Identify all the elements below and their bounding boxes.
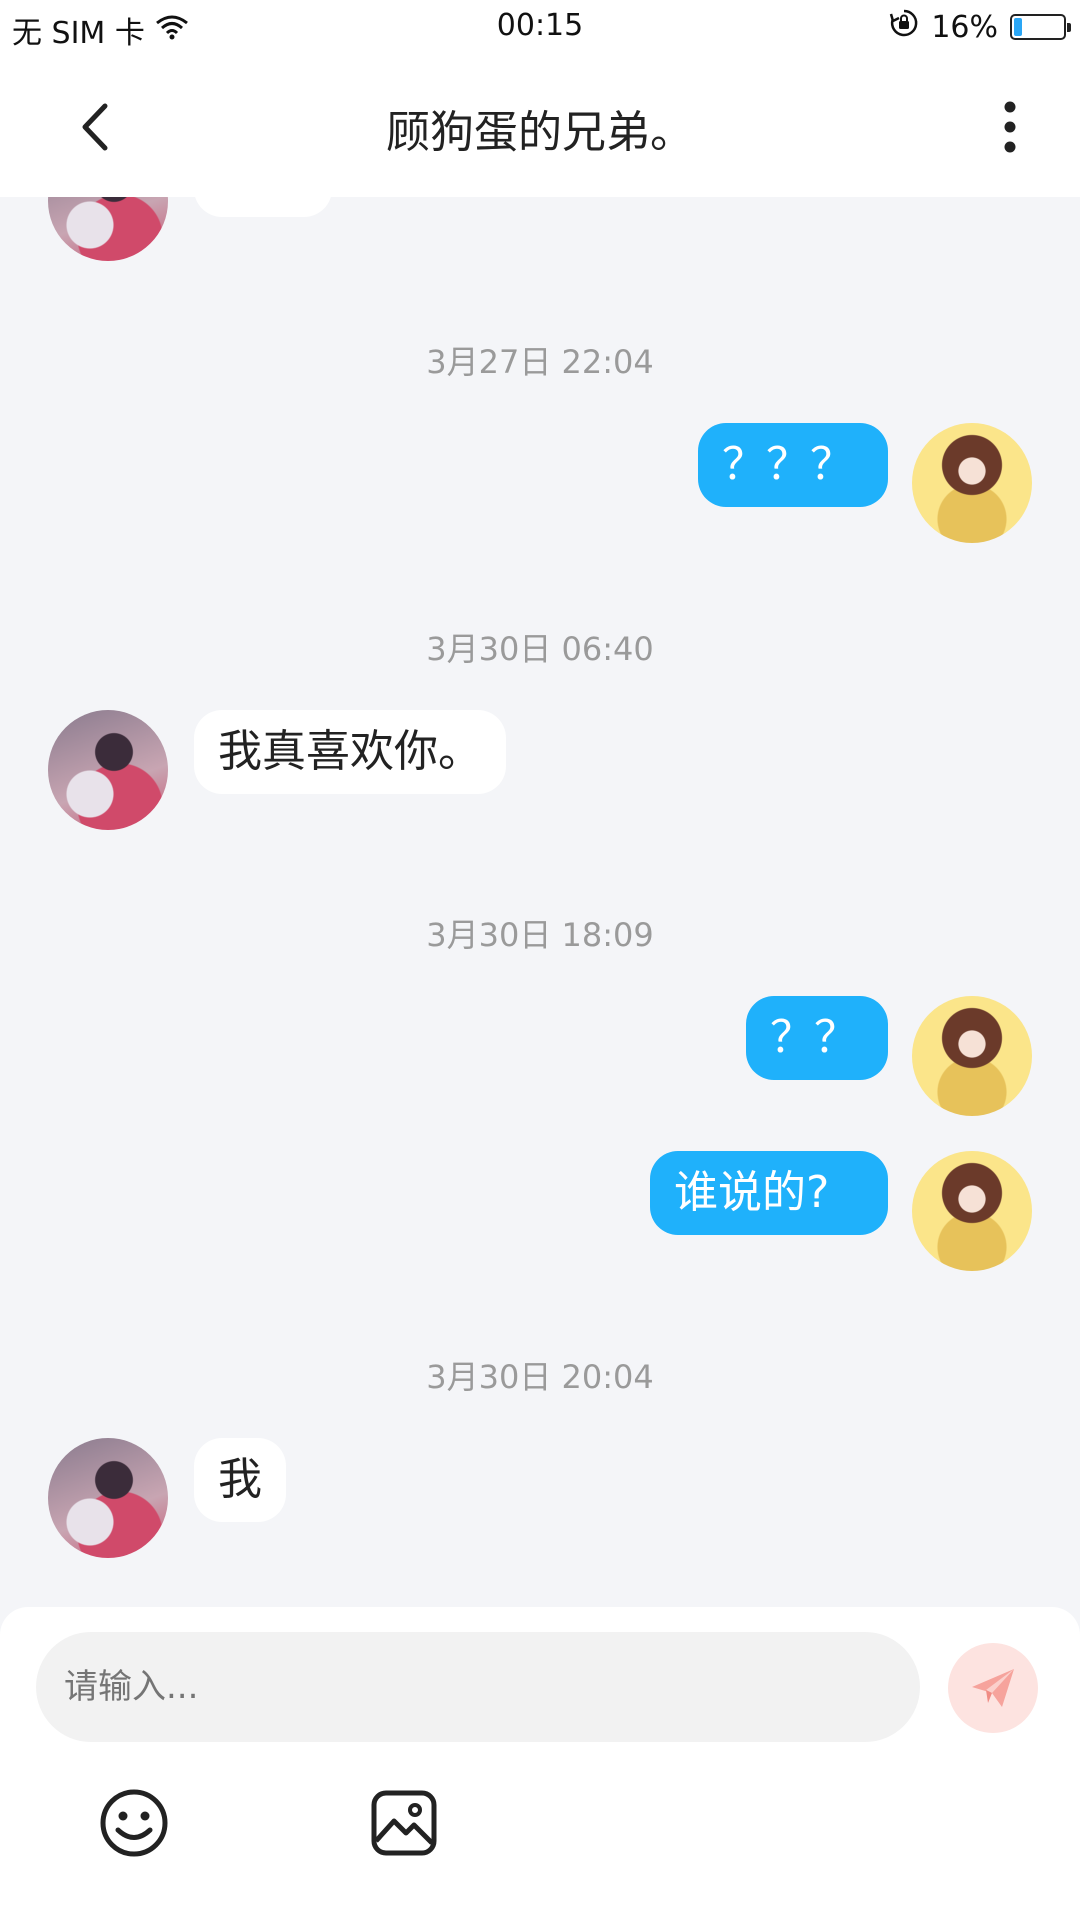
- message-bubble-sent[interactable]: ？？？: [698, 423, 888, 507]
- message-bubble-sent[interactable]: ？？: [746, 996, 888, 1080]
- image-button[interactable]: [368, 1787, 440, 1859]
- message-bubble-partial[interactable]: [194, 197, 332, 217]
- message-bubble-received[interactable]: 我真喜欢你。: [194, 710, 506, 794]
- message-list[interactable]: 3月27日 22:04 ？？？ 3月30日 06:40 我真喜欢你。 3月30日…: [0, 197, 1080, 1607]
- chat-header: 顾狗蛋的兄弟。: [0, 56, 1080, 197]
- avatar[interactable]: [48, 197, 168, 261]
- avatar[interactable]: [48, 710, 168, 830]
- battery-icon: [1010, 14, 1071, 40]
- avatar[interactable]: [912, 423, 1032, 543]
- send-button[interactable]: [948, 1643, 1038, 1733]
- input-panel: [0, 1607, 1080, 1920]
- page-title: 顾狗蛋的兄弟。: [386, 107, 694, 158]
- message-bubble-sent[interactable]: 谁说的?: [650, 1151, 888, 1235]
- avatar[interactable]: [48, 1438, 168, 1558]
- timestamp: 3月30日 06:40: [426, 630, 654, 668]
- timestamp: 3月30日 20:04: [426, 1358, 654, 1396]
- paper-plane-icon: [972, 1669, 1014, 1707]
- emoji-button[interactable]: [98, 1787, 170, 1859]
- status-bar: 无 SIM 卡 00:15 16%: [0, 0, 1080, 56]
- image-icon: [371, 1790, 437, 1856]
- more-options-button[interactable]: [980, 92, 1040, 162]
- status-right: 16%: [889, 8, 1071, 46]
- battery-level: [1014, 18, 1022, 36]
- avatar[interactable]: [912, 996, 1032, 1116]
- message-input[interactable]: [36, 1632, 920, 1742]
- battery-percent: 16%: [931, 9, 998, 45]
- timestamp: 3月27日 22:04: [426, 343, 654, 381]
- more-vertical-icon: [1004, 101, 1016, 153]
- avatar[interactable]: [912, 1151, 1032, 1271]
- message-bubble-received[interactable]: 我: [194, 1438, 286, 1522]
- timestamp: 3月30日 18:09: [426, 916, 654, 954]
- smiley-icon: [100, 1789, 168, 1857]
- rotation-lock-icon: [889, 8, 919, 46]
